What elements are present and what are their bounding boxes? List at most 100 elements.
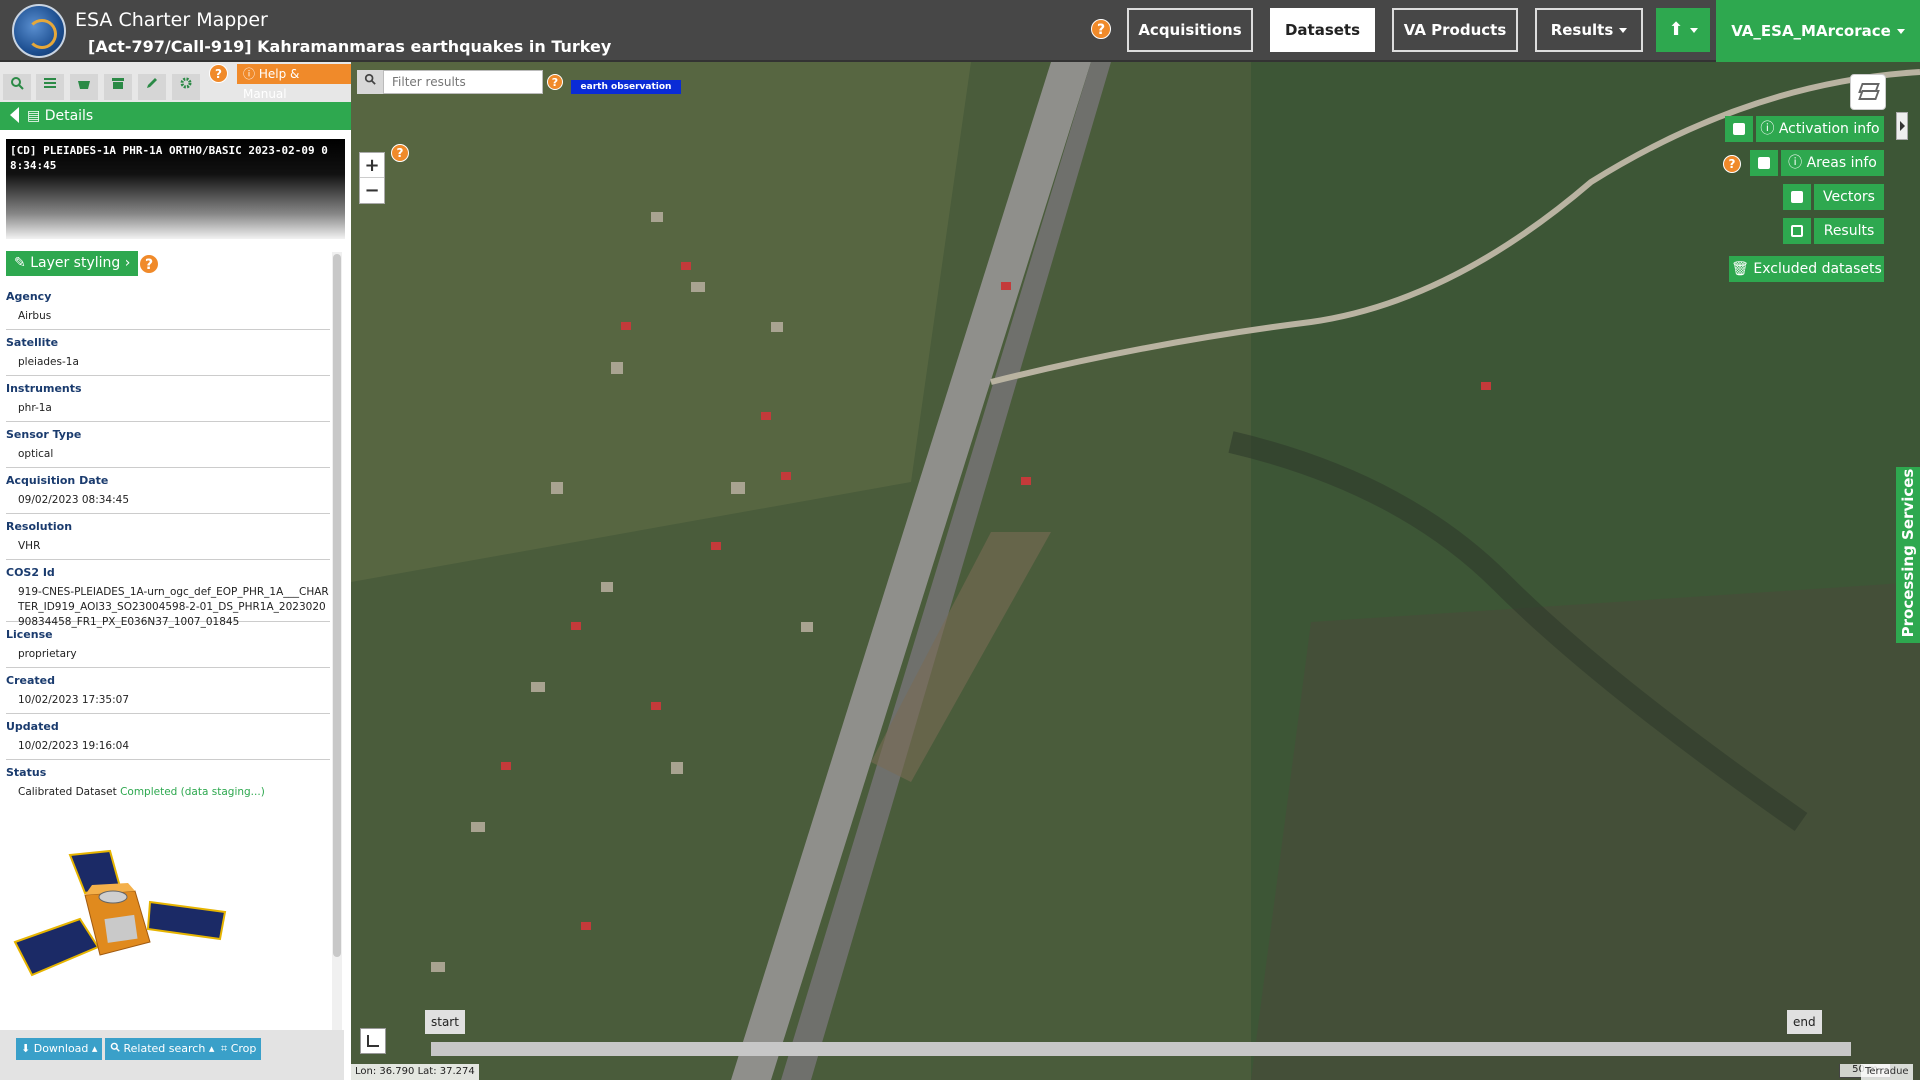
activation-info-button[interactable]: ⓘ Activation info xyxy=(1756,116,1884,142)
user-name: VA_ESA_MArcorace xyxy=(1731,22,1891,40)
attribute-value: pleiades-1a xyxy=(18,356,79,368)
panel-toolbar: ? ⓘ Help & Manual xyxy=(0,62,351,102)
back-arrow-icon[interactable] xyxy=(10,107,19,123)
attribute-cos2-id: COS2 Id 919-CNES-PLEIADES_1A-urn_ogc_def… xyxy=(6,560,330,628)
details-label: Details xyxy=(44,108,94,124)
download-button[interactable]: ⬇ Download ▴ xyxy=(16,1038,103,1060)
nav-datasets[interactable]: Datasets xyxy=(1270,8,1375,52)
user-menu[interactable]: VA_ESA_MArcorace xyxy=(1716,0,1920,62)
areas-help-icon[interactable]: ? xyxy=(1723,155,1741,173)
attribute-label: COS2 Id xyxy=(6,566,55,579)
nav-datasets-label: Datasets xyxy=(1284,21,1361,39)
chevron-down-icon xyxy=(1619,28,1628,33)
results-button[interactable]: Results xyxy=(1814,218,1884,244)
attribute-updated: Updated 10/02/2023 19:16:04 xyxy=(6,714,330,760)
crop-button[interactable]: ⌗ Crop xyxy=(216,1038,262,1060)
timeline-slider[interactable] xyxy=(431,1042,1851,1056)
left-panel: ? ⓘ Help & Manual ▤ Details [CD] PLEIADE… xyxy=(0,62,351,1080)
collapse-overlay-tab[interactable] xyxy=(1896,112,1908,140)
status-type: Calibrated Dataset xyxy=(18,786,117,798)
upload-button[interactable]: ⬆ xyxy=(1656,8,1710,52)
excluded-datasets-button[interactable]: 🗑 Excluded datasets xyxy=(1729,256,1884,282)
chevron-down-icon xyxy=(1689,27,1698,33)
vectors-button[interactable]: Vectors xyxy=(1814,184,1884,210)
dataset-quicklook: [CD] PLEIADES-1A PHR-1A ORTHO/BASIC 2023… xyxy=(6,139,345,239)
checkbox-box xyxy=(1791,191,1803,203)
download-icon: ⬇ xyxy=(21,1042,34,1055)
layers-icon xyxy=(1858,90,1880,100)
info-icon: ⓘ xyxy=(1788,155,1807,171)
attribute-value: proprietary xyxy=(18,648,77,660)
attribute-value: 10/02/2023 17:35:07 xyxy=(18,694,130,706)
toolbar-help-icon[interactable]: ? xyxy=(209,64,228,83)
help-manual-button[interactable]: ⓘ Help & Manual xyxy=(237,64,351,101)
layer-styling-help-icon[interactable]: ? xyxy=(139,254,159,274)
nav-va-products[interactable]: VA Products xyxy=(1392,8,1518,52)
basket-icon xyxy=(78,81,90,89)
layers-button[interactable] xyxy=(1850,74,1886,110)
attribute-label: Acquisition Date xyxy=(6,474,109,487)
attribute-label: Agency xyxy=(6,290,52,303)
timeline-toggle-icon[interactable] xyxy=(360,1028,386,1054)
zoom-in-button[interactable]: + xyxy=(360,153,384,178)
nav-acquisitions-label: Acquisitions xyxy=(1138,21,1242,39)
activation-title: [Act-797/Call-919] Kahramanmaras earthqu… xyxy=(88,37,612,56)
nav-results[interactable]: Results xyxy=(1535,8,1643,52)
nav-results-label: Results xyxy=(1550,21,1614,39)
crop-icon: ⌗ xyxy=(221,1042,231,1055)
timeline-start-label: start xyxy=(425,1010,465,1034)
coordinate-readout: Lon: 36.790 Lat: 37.274 xyxy=(351,1064,479,1080)
areas-info-checkbox[interactable] xyxy=(1750,150,1778,176)
layer-styling-button[interactable]: ✎ Layer styling › xyxy=(6,251,139,276)
areas-info-button[interactable]: ⓘ Areas info xyxy=(1781,150,1884,176)
info-icon: ⓘ xyxy=(243,67,259,81)
chevron-right-icon: › xyxy=(124,255,131,271)
attribute-value: 09/02/2023 08:34:45 xyxy=(18,494,130,506)
info-icon: ⓘ xyxy=(1760,121,1779,137)
nav-acquisitions[interactable]: Acquisitions xyxy=(1127,8,1253,52)
edit-tool-button[interactable] xyxy=(138,74,166,100)
basket-tool-button[interactable] xyxy=(70,74,98,100)
filter-results-input[interactable] xyxy=(383,70,543,94)
attribute-value: phr-1a xyxy=(18,402,52,414)
panel-scrollbar-thumb[interactable] xyxy=(333,254,341,957)
attribute-sensor-type: Sensor Type optical xyxy=(6,422,330,468)
archive-tool-button[interactable] xyxy=(104,74,132,100)
earth-observation-tag[interactable]: earth observation xyxy=(571,80,681,94)
zoom-help-icon[interactable]: ? xyxy=(391,144,409,162)
app-title: ESA Charter Mapper xyxy=(75,9,268,31)
pencil-icon xyxy=(147,78,157,88)
vectors-label: Vectors xyxy=(1823,189,1875,205)
vectors-checkbox[interactable] xyxy=(1783,184,1811,210)
search-tool-button[interactable] xyxy=(3,74,31,100)
download-label: Download xyxy=(33,1042,89,1055)
list-icon xyxy=(44,78,56,88)
details-header[interactable]: ▤ Details xyxy=(0,102,351,130)
results-checkbox[interactable] xyxy=(1783,218,1811,244)
list-tool-button[interactable] xyxy=(36,74,64,100)
chevron-up-icon: ▴ xyxy=(208,1042,215,1055)
filter-help-icon[interactable]: ? xyxy=(547,74,563,90)
attribute-label: Created xyxy=(6,674,55,687)
attribute-resolution: Resolution VHR xyxy=(6,514,330,560)
header-help-icon[interactable]: ? xyxy=(1091,19,1111,39)
archive-icon xyxy=(112,78,124,89)
zoom-out-button[interactable]: − xyxy=(360,178,384,203)
upload-icon: ⬆ xyxy=(1668,19,1684,40)
checkbox-box xyxy=(1758,157,1770,169)
processing-services-tab[interactable]: Processing Services xyxy=(1896,467,1920,643)
related-search-button[interactable]: Related search ▴ xyxy=(105,1038,220,1060)
status-badge: Completed (data staging...) xyxy=(120,786,265,798)
search-icon[interactable] xyxy=(357,70,383,94)
activation-info-checkbox[interactable] xyxy=(1725,116,1753,142)
map-view[interactable]: ? earth observation + − ? ⓘ Activation i… xyxy=(351,62,1920,1080)
satellite-icon xyxy=(13,849,227,977)
charter-logo-icon[interactable] xyxy=(12,4,66,58)
trash-icon: 🗑 xyxy=(1731,261,1754,277)
activation-info-label: Activation info xyxy=(1778,121,1880,137)
checkbox-box xyxy=(1733,123,1745,135)
areas-info-label: Areas info xyxy=(1806,155,1877,171)
layer-styling-label: Layer styling xyxy=(30,255,121,271)
search-icon xyxy=(11,77,24,90)
settings-tool-button[interactable] xyxy=(172,74,200,100)
